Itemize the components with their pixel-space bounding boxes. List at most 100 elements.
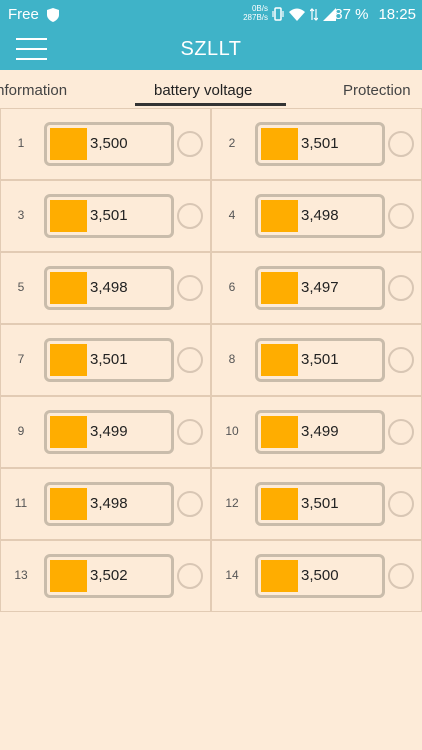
cell-number: 4 [228,208,236,222]
cell-select-radio[interactable] [388,491,414,517]
cell-item: 7 3,501 [0,324,211,396]
battery-fill [50,416,87,448]
cell-number: 7 [17,352,25,366]
battery-icon: 3,501 [255,482,385,526]
cell-select-radio[interactable] [388,203,414,229]
cell-voltage: 3,498 [90,495,128,512]
cell-number: 13 [14,568,28,582]
cell-number: 8 [228,352,236,366]
cell-voltage: 3,500 [90,135,128,152]
cell-number: 5 [17,280,25,294]
cell-number: 6 [228,280,236,294]
battery-icon: 3,500 [255,554,385,598]
cell-voltage: 3,501 [90,207,128,224]
cell-number: 10 [225,424,239,438]
app-bar: SZLLT [0,30,422,70]
battery-fill [261,128,298,160]
cell-select-radio[interactable] [177,203,203,229]
speed-up: 0B/s [251,4,268,13]
cell-select-radio[interactable] [177,347,203,373]
clock: 18:25 [378,6,416,23]
cell-item: 8 3,501 [211,324,422,396]
battery-fill [50,344,87,376]
battery-icon: 3,501 [44,338,174,382]
cell-voltage: 3,500 [301,567,339,584]
cell-number: 9 [17,424,25,438]
cell-number: 2 [228,136,236,150]
tab-protection[interactable]: Protection [343,82,411,99]
battery-fill [50,272,87,304]
cell-select-radio[interactable] [177,419,203,445]
cell-voltage: 3,498 [301,207,339,224]
battery-percentage: 87 % [334,6,369,23]
cell-item: 2 3,501 [211,108,422,180]
battery-fill [50,128,87,160]
battery-icon: 3,497 [255,266,385,310]
cell-item: 3 3,501 [0,180,211,252]
cell-voltage: 3,497 [301,279,339,296]
cell-item: 14 3,500 [211,540,422,612]
battery-fill [261,200,298,232]
battery-fill [50,200,87,232]
cell-voltage: 3,501 [90,351,128,368]
vibrate-icon [272,7,284,21]
cell-item: 11 3,498 [0,468,211,540]
cell-select-radio[interactable] [388,275,414,301]
tab-battery-voltage[interactable]: battery voltage [154,82,252,99]
cell-select-radio[interactable] [177,131,203,157]
battery-fill [261,272,298,304]
battery-icon: 3,498 [44,482,174,526]
carrier-label: Free [8,6,39,23]
cell-item: 5 3,498 [0,252,211,324]
cell-number: 1 [17,136,25,150]
battery-icon: 3,502 [44,554,174,598]
status-bar: Free 0B/s 287B/s 87 % 18:25 [0,0,422,30]
cell-number: 3 [17,208,25,222]
cell-select-radio[interactable] [388,131,414,157]
cell-select-radio[interactable] [388,563,414,589]
battery-fill [261,344,298,376]
cell-number: 12 [225,496,239,510]
status-icons [272,7,336,21]
battery-fill [261,488,298,520]
tab-information[interactable]: Information [0,82,67,99]
wifi-icon [289,8,305,21]
cell-select-radio[interactable] [388,419,414,445]
active-tab-indicator [135,103,286,106]
cell-item: 10 3,499 [211,396,422,468]
battery-icon: 3,498 [44,266,174,310]
cell-select-radio[interactable] [177,491,203,517]
cell-number: 11 [14,496,28,510]
cell-item: 9 3,499 [0,396,211,468]
cell-voltage: 3,502 [90,567,128,584]
cell-voltage: 3,499 [90,423,128,440]
cell-voltage: 3,501 [301,495,339,512]
cell-item: 1 3,500 [0,108,211,180]
cell-select-radio[interactable] [388,347,414,373]
status-right: 87 % 18:25 [334,6,416,23]
cell-item: 6 3,497 [211,252,422,324]
battery-fill [50,488,87,520]
battery-icon: 3,501 [255,122,385,166]
battery-fill [50,560,87,592]
cell-select-radio[interactable] [177,563,203,589]
battery-icon: 3,498 [255,194,385,238]
battery-icon: 3,501 [44,194,174,238]
battery-icon: 3,500 [44,122,174,166]
cell-item: 4 3,498 [211,180,422,252]
app-title: SZLLT [180,38,242,60]
shield-icon [46,7,59,22]
cell-item: 12 3,501 [211,468,422,540]
battery-icon: 3,501 [255,338,385,382]
cell-voltage: 3,501 [301,351,339,368]
cell-voltage: 3,501 [301,135,339,152]
battery-icon: 3,499 [44,410,174,454]
cell-item: 13 3,502 [0,540,211,612]
cell-select-radio[interactable] [177,275,203,301]
data-arrows-icon [310,7,318,21]
cell-number: 14 [225,568,239,582]
battery-fill [261,416,298,448]
speed-down: 287B/s [243,13,268,22]
network-speed: 0B/s 287B/s [236,4,268,22]
tab-bar: Information battery voltage Protection [0,70,422,108]
